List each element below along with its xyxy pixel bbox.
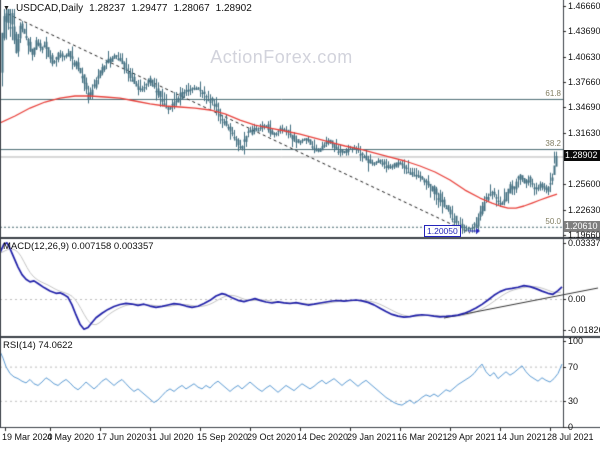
macd-axis-label: 0.03337 <box>568 238 600 248</box>
rsi-axis-label: 70 <box>568 361 579 372</box>
date-axis-label: 29 Jan 2021 <box>347 432 397 442</box>
date-axis-label: 15 Sep 2020 <box>197 432 249 442</box>
fib-level-label: 61.8 <box>545 88 561 98</box>
date-axis-label: 29 Apr 2021 <box>447 432 496 442</box>
price-axis-label: 1.43690 <box>568 26 600 37</box>
date-axis-label: 29 Oct 2020 <box>247 432 297 442</box>
mt4-chart-window: ActionForex.com ▼ USDCAD,Daily 1.28237 1… <box>0 0 600 450</box>
ohlc-close: 1.28902 <box>215 3 252 14</box>
price-panel[interactable] <box>0 0 563 237</box>
price-axis-label: 1.37660 <box>568 77 600 88</box>
ohlc-open: 1.28237 <box>89 3 126 14</box>
ohlc-low: 1.28067 <box>173 3 210 14</box>
date-axis-label: 16 Mar 2021 <box>397 432 448 442</box>
price-axis-label: 1.25600 <box>568 179 600 190</box>
watermark: ActionForex.com <box>210 47 353 67</box>
rsi-axis-label: 0 <box>568 421 574 432</box>
fib-level-label: 38.2 <box>545 139 561 149</box>
price-axis-label: 1.22630 <box>568 204 600 215</box>
date-axis-label: 17 Jun 2020 <box>97 432 147 442</box>
date-axis-label: 14 Dec 2020 <box>297 432 349 442</box>
date-axis-label: 14 Jun 2021 <box>497 432 547 442</box>
chevron-down-icon[interactable]: ▼ <box>3 4 10 14</box>
date-axis-label: 19 Mar 2020 <box>2 432 53 442</box>
fib-level-label: 50.0 <box>545 216 561 226</box>
macd-axis-label: 0.00 <box>568 294 586 304</box>
current-price-tag: 1.28902 <box>564 150 600 162</box>
price-axis-label: 1.34690 <box>568 102 600 113</box>
rsi-indicator-label: RSI(14) 74.0622 <box>3 340 73 351</box>
macd-indicator-label: MACD(12,26,9) 0.007158 0.003357 <box>3 241 154 252</box>
low-price-marker: 1.20050 <box>424 225 461 237</box>
date-axis-label: 31 Jul 2020 <box>147 432 194 442</box>
macd-axis-label: -0.018262 <box>568 324 600 335</box>
chart-title-bar: ▼ USDCAD,Daily 1.28237 1.29477 1.28067 1… <box>3 3 252 14</box>
date-axis-label: 4 May 2020 <box>47 432 95 442</box>
date-axis-label: 28 Jul 2021 <box>547 432 594 442</box>
rsi-axis-label: 100 <box>568 336 584 346</box>
rsi-panel[interactable] <box>0 338 563 427</box>
ohlc-high: 1.29477 <box>131 3 168 14</box>
price-axis-label: 1.31630 <box>568 128 600 139</box>
symbol-timeframe-label: USDCAD,Daily <box>15 3 84 14</box>
macd-panel[interactable] <box>0 239 563 336</box>
rsi-axis-label: 30 <box>568 395 579 406</box>
price-axis-label: 1.40630 <box>568 52 600 63</box>
price-axis-label: 1.46660 <box>568 1 600 11</box>
